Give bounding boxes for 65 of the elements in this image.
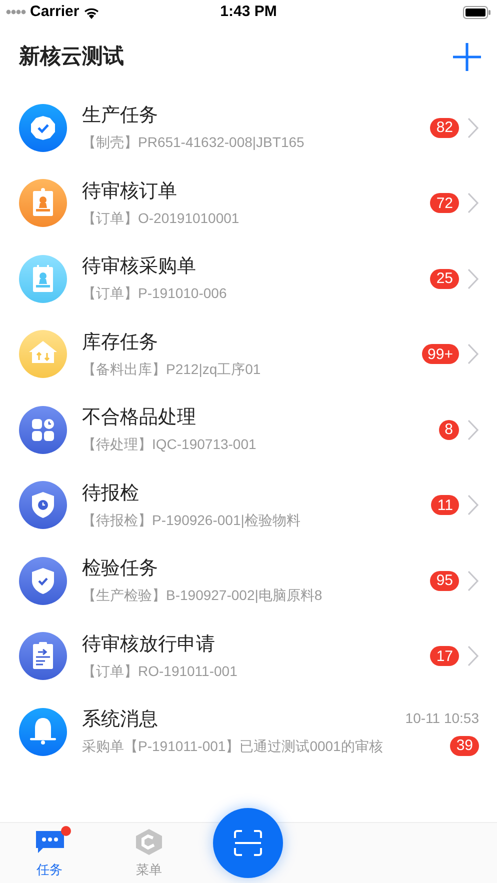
page-title: 新核云测试: [19, 44, 124, 70]
count-badge: 99+: [422, 344, 459, 364]
item-title: 待审核采购单: [82, 255, 197, 280]
stamp-light-icon: [19, 254, 67, 303]
item-subtitle: 【待报检】P-190926-001|检验物料: [82, 510, 302, 529]
chevron-right-icon: [467, 570, 479, 592]
chevron-right-icon: [467, 494, 479, 516]
message-time: 10-11 10:53: [405, 708, 479, 728]
carrier-label: Carrier: [30, 2, 80, 22]
tab-bar-item[interactable]: 任务: [0, 823, 100, 883]
count-badge: 17: [430, 646, 459, 666]
item-title: 库存任务: [82, 330, 159, 355]
task-list-item[interactable]: 待审核采购单 【订单】P-191010-006 25: [0, 241, 497, 316]
hexagon-logo-icon: [134, 828, 164, 856]
bell-icon: [19, 708, 67, 756]
task-list-item[interactable]: 不合格品处理 【待处理】IQC-190713-001 8: [0, 392, 497, 468]
grid-icon: [19, 406, 67, 454]
wifi-icon: [83, 6, 100, 18]
item-subtitle: 采购单【P-191011-001】已通过测试0001的审核: [82, 737, 384, 756]
warehouse-icon: [19, 330, 67, 378]
chevron-right-icon: [467, 343, 479, 366]
chevron-right-icon: [467, 116, 479, 139]
signal-icon: [6, 9, 26, 15]
stamp-icon: [19, 179, 67, 228]
item-subtitle: 【订单】O-20191010001: [82, 208, 240, 227]
task-list-item[interactable]: 待报检 【待报检】P-190926-001|检验物料 11: [0, 468, 497, 543]
item-title: 待报检: [82, 482, 140, 506]
chevron-right-icon: [467, 268, 479, 290]
item-title: 检验任务: [82, 557, 159, 582]
chevron-right-icon: [467, 645, 479, 668]
item-title: 系统消息: [82, 708, 159, 732]
item-title: 待审核放行申请: [82, 632, 216, 657]
count-badge: 95: [430, 570, 459, 591]
count-badge: 72: [430, 193, 459, 214]
add-button[interactable]: [451, 41, 483, 73]
chat-bubble-icon: [34, 830, 65, 856]
shield-check-icon: [19, 556, 67, 605]
count-badge: 39: [450, 736, 479, 756]
task-list-item[interactable]: 生产任务 【制壳】PR651-41632-008|JBT165 82: [0, 90, 497, 166]
count-badge: 25: [430, 268, 459, 289]
item-title: 不合格品处理: [82, 406, 197, 430]
item-subtitle: 【订单】RO-191011-001: [82, 662, 238, 680]
clock-time: 1:43 PM: [220, 2, 277, 22]
task-list-item[interactable]: 待审核放行申请 【订单】RO-191011-001 17: [0, 618, 497, 694]
battery-icon: [463, 6, 491, 18]
item-subtitle: 【待处理】IQC-190713-001: [82, 435, 258, 454]
task-list-item[interactable]: 检验任务 【生产检验】B-190927-002|电脑原料8 95: [0, 543, 497, 618]
item-title: 生产任务: [82, 104, 159, 128]
item-subtitle: 【制壳】PR651-41632-008|JBT165: [82, 133, 306, 152]
item-subtitle: 【备料出库】P212|zq工序01: [82, 360, 262, 378]
task-list-item[interactable]: 待审核订单 【订单】O-20191010001 72: [0, 166, 497, 241]
task-list-item[interactable]: 系统消息 采购单【P-191011-001】已通过测试0001的审核 10-11 10:53 39: [0, 694, 497, 770]
count-badge: 11: [431, 495, 459, 516]
count-badge: 82: [430, 118, 459, 138]
shield-clock-icon: [19, 481, 67, 530]
clipboard-icon: [19, 632, 67, 680]
chevron-right-icon: [467, 192, 479, 214]
count-badge: 8: [438, 420, 459, 440]
badge-icon: [19, 104, 67, 152]
task-list-item[interactable]: 库存任务 【备料出库】P212|zq工序01 99+: [0, 316, 497, 392]
item-subtitle: 【生产检验】B-190927-002|电脑原料8: [82, 586, 324, 604]
item-title: 待审核订单: [82, 180, 178, 204]
item-subtitle: 【订单】P-191010-006: [82, 284, 228, 302]
chevron-right-icon: [467, 418, 479, 441]
scan-icon: [234, 830, 262, 856]
